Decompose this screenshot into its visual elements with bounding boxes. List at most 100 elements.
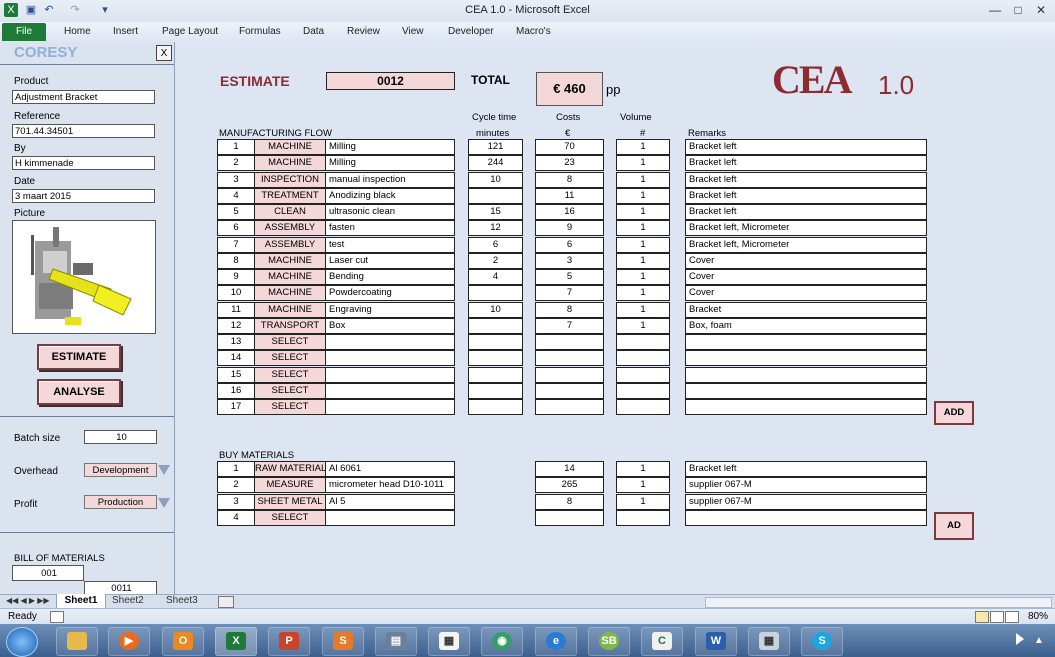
flow-process-type[interactable]: SELECT bbox=[254, 383, 326, 399]
tab-review[interactable]: Review bbox=[347, 26, 380, 37]
taskbar-browser[interactable]: ◉ bbox=[481, 627, 523, 656]
overhead-dropdown-icon[interactable] bbox=[158, 465, 170, 475]
flow-description[interactable]: Box bbox=[325, 318, 455, 334]
flow-cycle-time[interactable]: 10 bbox=[468, 172, 523, 188]
flow-cycle-time[interactable] bbox=[468, 350, 523, 366]
flow-remark[interactable]: Box, foam bbox=[685, 318, 927, 334]
flow-cycle-time[interactable]: 2 bbox=[468, 253, 523, 269]
close-window-icon[interactable]: ✕ bbox=[1031, 2, 1051, 18]
flow-volume[interactable]: 1 bbox=[616, 172, 670, 188]
flow-description[interactable]: Milling bbox=[325, 155, 455, 171]
tab-view[interactable]: View bbox=[402, 26, 424, 37]
flow-process-type[interactable]: MACHINE bbox=[254, 139, 326, 155]
estimate-button[interactable]: ESTIMATE bbox=[37, 344, 121, 370]
date-field[interactable]: 3 maart 2015 bbox=[12, 189, 155, 203]
flow-description[interactable] bbox=[325, 334, 455, 350]
flow-cycle-time[interactable] bbox=[468, 188, 523, 204]
taskbar-word[interactable]: W bbox=[695, 627, 737, 656]
sheet-tab-1[interactable]: Sheet1 bbox=[56, 594, 106, 609]
tab-formulas[interactable]: Formulas bbox=[239, 26, 281, 37]
bom-item[interactable]: 001 bbox=[12, 565, 84, 581]
flow-process-type[interactable]: SELECT bbox=[254, 350, 326, 366]
taskbar-media[interactable]: ▶ bbox=[108, 627, 150, 656]
flow-remark[interactable]: Bracket left bbox=[685, 188, 927, 204]
taskbar-sb[interactable]: SB bbox=[588, 627, 630, 656]
flow-volume[interactable]: 1 bbox=[616, 155, 670, 171]
close-panel-button[interactable]: X bbox=[156, 45, 172, 61]
buy-volume[interactable]: 1 bbox=[616, 477, 670, 493]
flow-remark[interactable] bbox=[685, 383, 927, 399]
tab-insert[interactable]: Insert bbox=[113, 26, 138, 37]
buy-material-type[interactable]: SHEET METAL bbox=[254, 494, 326, 510]
add-flow-button[interactable]: ADD bbox=[934, 401, 974, 425]
estimate-number[interactable]: 0012 bbox=[326, 72, 455, 90]
taskbar-skype[interactable]: S bbox=[801, 627, 843, 656]
flow-volume[interactable]: 1 bbox=[616, 237, 670, 253]
flow-remark[interactable]: Cover bbox=[685, 253, 927, 269]
buy-volume[interactable]: 1 bbox=[616, 461, 670, 477]
flow-process-type[interactable]: MACHINE bbox=[254, 302, 326, 318]
taskbar-calendar[interactable]: ▦ bbox=[428, 627, 470, 656]
buy-description[interactable]: micrometer head D10-1011 bbox=[325, 477, 455, 493]
profit-dropdown-icon[interactable] bbox=[158, 498, 170, 508]
flow-cycle-time[interactable]: 121 bbox=[468, 139, 523, 155]
flow-process-type[interactable]: ASSEMBLY bbox=[254, 237, 326, 253]
tab-file[interactable]: File bbox=[2, 23, 46, 41]
buy-remark[interactable]: supplier 067-M bbox=[685, 477, 927, 493]
flow-cycle-time[interactable] bbox=[468, 318, 523, 334]
bom-item[interactable]: 0011 bbox=[84, 581, 157, 595]
horizontal-scrollbar[interactable] bbox=[705, 597, 1052, 608]
buy-material-type[interactable]: SELECT bbox=[254, 510, 326, 526]
batch-size-field[interactable]: 10 bbox=[84, 430, 157, 444]
flow-remark[interactable] bbox=[685, 399, 927, 415]
buy-description[interactable] bbox=[325, 510, 455, 526]
tab-macros[interactable]: Macro's bbox=[516, 26, 551, 37]
zoom-level[interactable]: 80% bbox=[1028, 611, 1048, 622]
flow-cycle-time[interactable] bbox=[468, 383, 523, 399]
by-field[interactable]: H kimmenade bbox=[12, 156, 155, 170]
flow-volume[interactable]: 1 bbox=[616, 188, 670, 204]
add-buy-button[interactable]: AD bbox=[934, 512, 974, 540]
flow-description[interactable] bbox=[325, 399, 455, 415]
flow-volume[interactable]: 1 bbox=[616, 269, 670, 285]
flow-process-type[interactable]: ASSEMBLY bbox=[254, 220, 326, 236]
flow-cycle-time[interactable]: 10 bbox=[468, 302, 523, 318]
buy-material-type[interactable]: RAW MATERIAL bbox=[254, 461, 326, 477]
flow-cycle-time[interactable] bbox=[468, 334, 523, 350]
flow-description[interactable]: Milling bbox=[325, 139, 455, 155]
taskbar-ie[interactable]: e bbox=[535, 627, 577, 656]
flow-description[interactable]: Engraving bbox=[325, 302, 455, 318]
flow-volume[interactable] bbox=[616, 383, 670, 399]
flow-remark[interactable]: Bracket left bbox=[685, 204, 927, 220]
taskbar-files[interactable]: ▤ bbox=[375, 627, 417, 656]
product-field[interactable]: Adjustment Bracket bbox=[12, 90, 155, 104]
taskbar-powerpoint[interactable]: P bbox=[268, 627, 310, 656]
buy-volume[interactable] bbox=[616, 510, 670, 526]
flow-volume[interactable] bbox=[616, 399, 670, 415]
flow-volume[interactable] bbox=[616, 367, 670, 383]
buy-description[interactable]: Al 6061 bbox=[325, 461, 455, 477]
taskbar-outlook[interactable]: O bbox=[162, 627, 204, 656]
sheet-tab-2[interactable]: Sheet2 bbox=[112, 595, 144, 606]
taskbar-explorer[interactable] bbox=[56, 627, 98, 656]
flow-remark[interactable] bbox=[685, 350, 927, 366]
flow-description[interactable] bbox=[325, 383, 455, 399]
sheet-nav-arrows-icon[interactable]: ◀◀ ◀ ▶ ▶▶ bbox=[6, 596, 50, 605]
tab-home[interactable]: Home bbox=[64, 26, 91, 37]
flow-description[interactable] bbox=[325, 350, 455, 366]
flow-process-type[interactable]: SELECT bbox=[254, 334, 326, 350]
sheet-tab-3[interactable]: Sheet3 bbox=[166, 595, 198, 606]
flow-cycle-time[interactable] bbox=[468, 285, 523, 301]
maximize-icon[interactable]: □ bbox=[1008, 2, 1028, 18]
flow-remark[interactable]: Bracket bbox=[685, 302, 927, 318]
flow-description[interactable]: Bending bbox=[325, 269, 455, 285]
flow-volume[interactable]: 1 bbox=[616, 302, 670, 318]
flow-volume[interactable]: 1 bbox=[616, 285, 670, 301]
flow-process-type[interactable]: MACHINE bbox=[254, 155, 326, 171]
flow-process-type[interactable]: SELECT bbox=[254, 399, 326, 415]
tray-expand-icon[interactable]: ▲ bbox=[1034, 635, 1044, 646]
insert-sheet-icon[interactable] bbox=[218, 596, 234, 608]
page-layout-view-icon[interactable] bbox=[990, 611, 1004, 623]
flow-description[interactable]: ultrasonic clean bbox=[325, 204, 455, 220]
flow-remark[interactable]: Bracket left bbox=[685, 172, 927, 188]
